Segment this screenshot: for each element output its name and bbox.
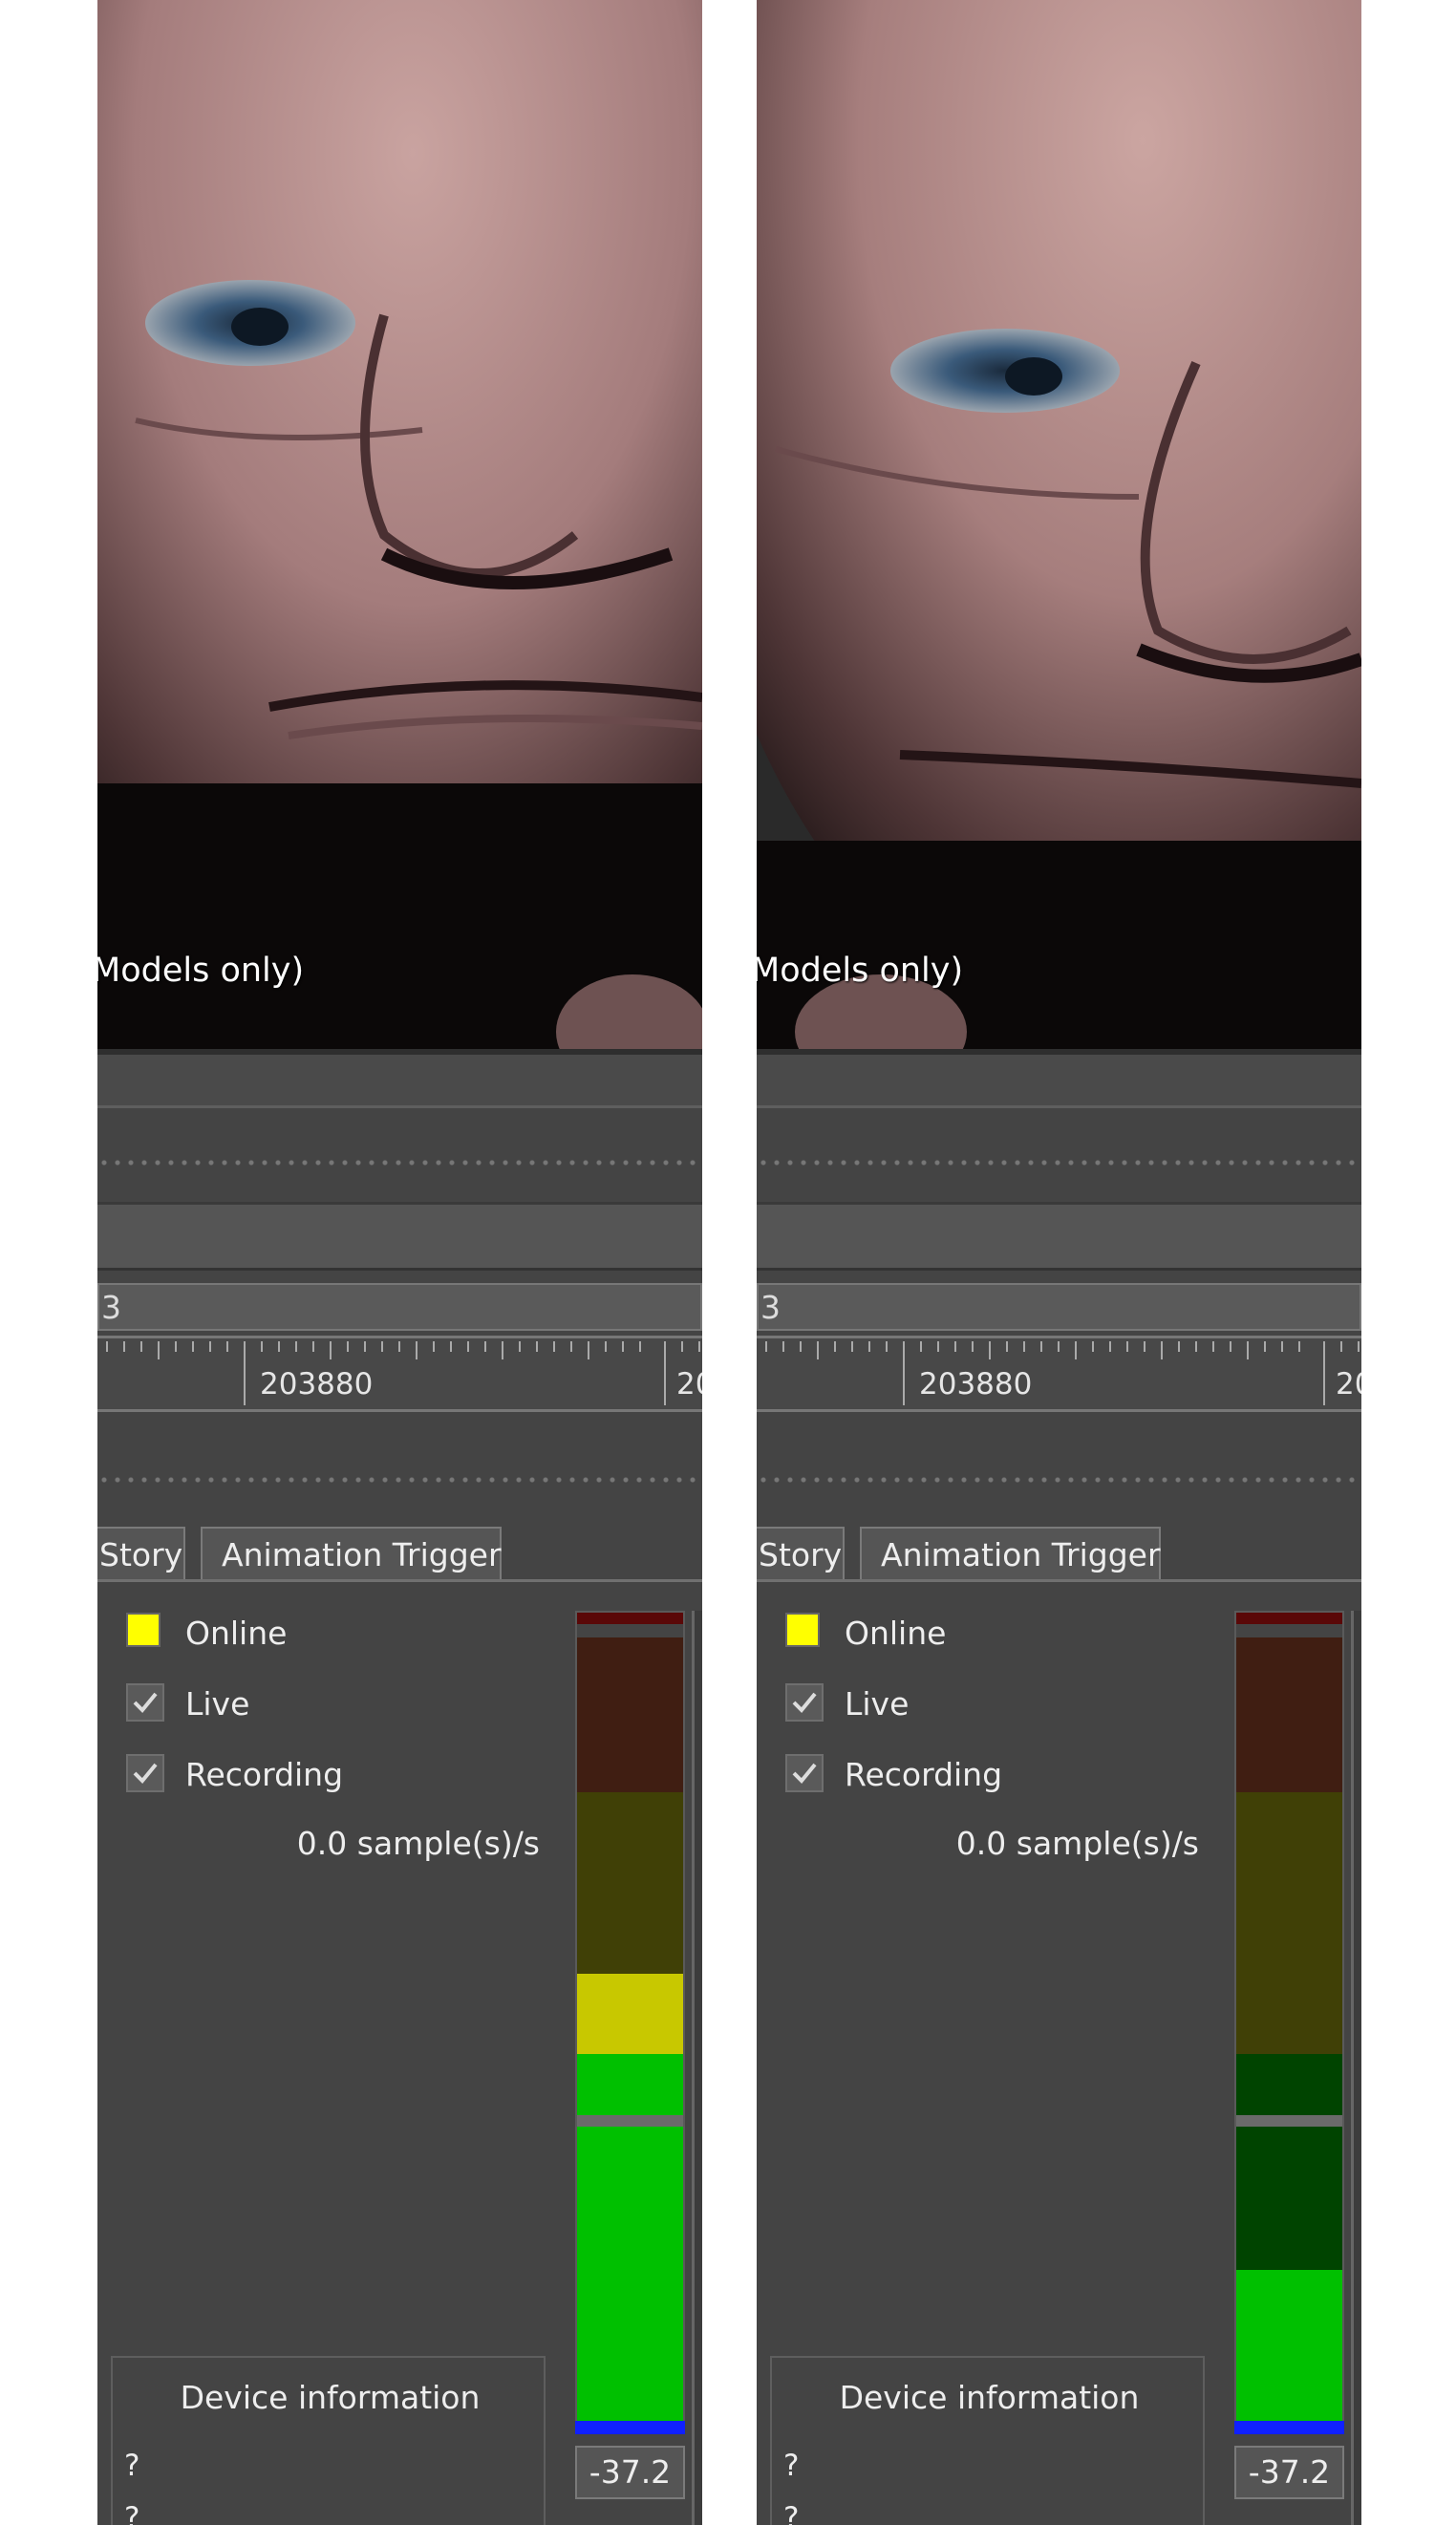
tab-bar: Story Animation Trigger — [97, 1525, 702, 1582]
ruler-label: 203880 — [260, 1367, 374, 1402]
sample-rate: 0.0 sample(s)/s — [955, 1825, 1199, 1862]
device-panel: Online Live Recording 0.0 sample(s)/s -3… — [757, 1582, 1361, 2525]
online-label: Online — [185, 1615, 288, 1652]
level-meter-frame — [1234, 1611, 1344, 2434]
checkmark-icon — [792, 1763, 817, 1784]
tab-animation-trigger[interactable]: Animation Trigger — [860, 1527, 1161, 1579]
frame-field[interactable]: 3 — [97, 1283, 702, 1331]
viewport-label: Models only) — [97, 952, 305, 990]
checkmark-icon — [792, 1692, 817, 1713]
splitter-grip[interactable] — [97, 1469, 702, 1490]
device-info-line: ? — [124, 2449, 140, 2483]
online-label: Online — [845, 1615, 947, 1652]
live-label: Live — [185, 1685, 250, 1723]
transport-strip — [757, 1202, 1361, 1271]
checkmark-icon — [133, 1692, 158, 1713]
sample-rate: 0.0 sample(s)/s — [296, 1825, 540, 1862]
left-capture-panel: Models only) 3 203880 20 Story — [97, 0, 702, 2525]
scrollbar[interactable] — [1351, 1611, 1361, 2525]
toolbar-strip — [97, 1049, 702, 1108]
ruler-label: 203880 — [919, 1367, 1033, 1402]
tab-animation-trigger[interactable]: Animation Trigger — [201, 1527, 502, 1579]
meter-peak-marker — [575, 2421, 685, 2434]
device-info-box: Device information ? ? — [770, 2356, 1205, 2525]
frame-field[interactable]: 3 — [757, 1283, 1361, 1331]
viewport-label: Models only) — [757, 952, 964, 990]
ruler-ticks — [106, 1341, 700, 1405]
level-meter-frame — [575, 1611, 685, 2434]
right-capture-panel: Models only) 3 203880 20 Story — [757, 0, 1361, 2525]
frame-value: 3 — [101, 1289, 121, 1326]
face-render — [757, 0, 1361, 1049]
meter-value: -37.2 — [1234, 2446, 1344, 2499]
meter-value: -37.2 — [575, 2446, 685, 2499]
online-indicator — [126, 1613, 161, 1647]
recording-label: Recording — [185, 1756, 344, 1793]
tab-story[interactable]: Story — [97, 1527, 185, 1579]
device-info-line: ? — [783, 2449, 800, 2483]
ruler-label: 20 — [676, 1367, 702, 1402]
frame-value: 3 — [760, 1289, 781, 1326]
tab-bar: Story Animation Trigger — [757, 1525, 1361, 1582]
time-ruler[interactable]: 203880 20 — [97, 1336, 702, 1412]
time-ruler[interactable]: 203880 20 — [757, 1336, 1361, 1412]
device-info-box: Device information ? ? — [111, 2356, 546, 2525]
device-info-line: ? — [783, 2501, 800, 2525]
meter-peak-marker — [1234, 2421, 1344, 2434]
device-info-title: Device information — [180, 2379, 481, 2416]
live-checkbox[interactable] — [785, 1683, 824, 1722]
splitter-grip[interactable] — [97, 1152, 702, 1173]
3d-viewport[interactable]: Models only) — [97, 0, 702, 1049]
transport-strip — [97, 1202, 702, 1271]
ruler-label: 20 — [1336, 1367, 1361, 1402]
recording-checkbox[interactable] — [785, 1754, 824, 1792]
3d-viewport[interactable]: Models only) — [757, 0, 1361, 1049]
online-indicator — [785, 1613, 820, 1647]
recording-label: Recording — [845, 1756, 1003, 1793]
splitter-grip[interactable] — [757, 1469, 1361, 1490]
tab-story[interactable]: Story — [757, 1527, 845, 1579]
splitter-grip[interactable] — [757, 1152, 1361, 1173]
recording-checkbox[interactable] — [126, 1754, 164, 1792]
live-label: Live — [845, 1685, 910, 1723]
timeline-area: 3 203880 20 Story Animation Trigger — [97, 1049, 702, 2525]
checkmark-icon — [133, 1763, 158, 1784]
device-panel: Online Live Recording 0.0 sample(s)/s -3… — [97, 1582, 702, 2525]
ruler-ticks — [765, 1341, 1360, 1405]
face-render — [97, 0, 702, 1049]
timeline-area: 3 203880 20 Story Animation Trigger — [757, 1049, 1361, 2525]
device-info-line: ? — [124, 2501, 140, 2525]
device-info-title: Device information — [839, 2379, 1140, 2416]
live-checkbox[interactable] — [126, 1683, 164, 1722]
toolbar-strip — [757, 1049, 1361, 1108]
scrollbar[interactable] — [692, 1611, 702, 2525]
